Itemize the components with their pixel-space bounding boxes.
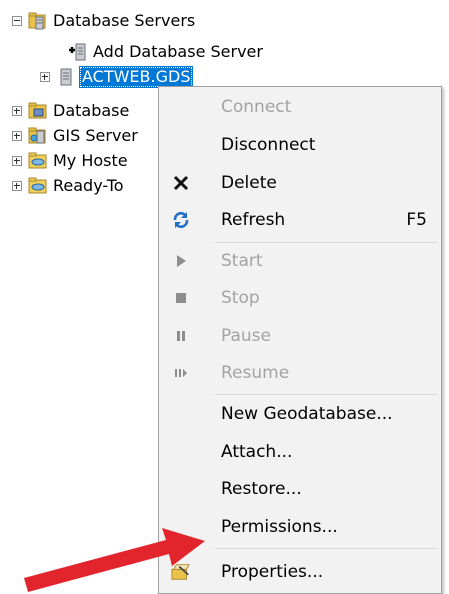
menu-label-stop: Stop <box>221 288 260 308</box>
tree-label-add-database-server: Add Database Server <box>93 42 263 61</box>
tree-label-my-hosted: My Hoste <box>53 151 128 170</box>
database-servers-folder-icon <box>28 12 46 30</box>
collapse-toggle-icon[interactable] <box>12 16 22 26</box>
menu-label-resume: Resume <box>221 363 290 383</box>
menu-label-disconnect: Disconnect <box>221 135 316 155</box>
menu-separator <box>215 548 437 549</box>
my-hosted-folder-icon <box>28 152 47 169</box>
gis-servers-folder-icon <box>28 127 46 144</box>
expand-toggle-icon[interactable] <box>12 181 22 191</box>
menu-item-delete[interactable]: Delete <box>159 165 441 201</box>
menu-item-connect[interactable]: Connect <box>159 89 441 125</box>
menu-item-resume[interactable]: Resume <box>159 355 441 391</box>
tree-label-selected-server: ACTWEB.GDS <box>79 66 194 88</box>
menu-item-pause[interactable]: Pause <box>159 318 441 354</box>
expand-toggle-icon[interactable] <box>40 72 50 82</box>
expand-toggle-icon[interactable] <box>12 131 22 141</box>
menu-label-properties: Properties... <box>221 562 324 582</box>
pause-icon <box>171 326 191 346</box>
menu-item-disconnect[interactable]: Disconnect <box>159 127 441 163</box>
menu-item-attach[interactable]: Attach... <box>159 434 441 470</box>
tree-node-gis-servers[interactable]: GIS Server <box>12 123 138 149</box>
tree-label-database-connections: Database <box>53 101 130 120</box>
menu-item-refresh[interactable]: Refresh F5 <box>159 202 441 238</box>
tree-node-my-hosted[interactable]: My Hoste <box>12 148 128 174</box>
expand-toggle-icon[interactable] <box>12 106 22 116</box>
add-server-icon <box>69 43 86 61</box>
menu-label-start: Start <box>221 251 263 271</box>
database-connections-folder-icon <box>28 102 47 119</box>
menu-label-connect: Connect <box>221 97 292 117</box>
menu-item-restore[interactable]: Restore... <box>159 471 441 507</box>
expand-toggle-icon[interactable] <box>12 156 22 166</box>
stop-icon <box>171 288 191 308</box>
menu-item-stop[interactable]: Stop <box>159 280 441 316</box>
menu-shortcut-refresh: F5 <box>406 210 427 230</box>
tree-node-ready-to-use[interactable]: Ready-To <box>12 173 124 199</box>
menu-label-pause: Pause <box>221 326 271 346</box>
menu-label-new-geodatabase: New Geodatabase... <box>221 404 393 424</box>
menu-item-permissions[interactable]: Permissions... <box>159 509 441 545</box>
context-menu: Connect Disconnect Delete Refresh F5 Sta… <box>158 86 442 594</box>
ready-to-use-folder-icon <box>28 177 47 194</box>
menu-item-properties[interactable]: Properties... <box>159 554 441 590</box>
menu-label-refresh: Refresh <box>221 210 286 230</box>
menu-item-new-geodatabase[interactable]: New Geodatabase... <box>159 396 441 432</box>
tree-node-add-database-server[interactable]: Add Database Server <box>68 39 263 65</box>
tree-label-ready-to-use: Ready-To <box>53 176 124 195</box>
menu-label-attach: Attach... <box>221 442 293 462</box>
start-icon <box>171 251 191 271</box>
tree-node-database-servers[interactable]: Database Servers <box>12 8 195 34</box>
delete-x-icon <box>171 173 191 193</box>
menu-item-start[interactable]: Start <box>159 243 441 279</box>
resume-icon <box>171 363 191 383</box>
menu-label-delete: Delete <box>221 173 277 193</box>
refresh-icon <box>171 210 191 230</box>
menu-separator <box>215 394 437 395</box>
tree-label-database-servers: Database Servers <box>53 11 196 30</box>
menu-label-permissions: Permissions... <box>221 517 338 537</box>
tree-label-gis-servers: GIS Server <box>53 126 138 145</box>
tree-node-database-connections[interactable]: Database <box>12 98 129 124</box>
menu-label-restore: Restore... <box>221 479 302 499</box>
properties-icon <box>171 562 191 582</box>
server-icon <box>60 68 72 86</box>
